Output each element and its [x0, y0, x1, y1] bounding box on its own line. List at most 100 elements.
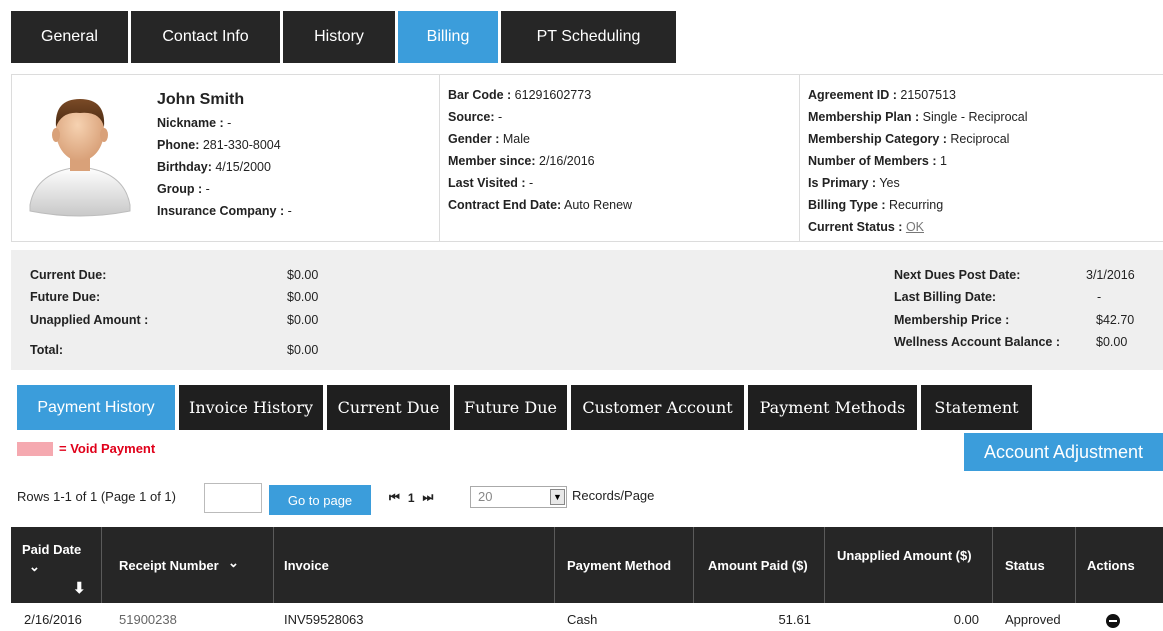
phone-value: 281-330-8004	[199, 138, 281, 152]
last-billing-date-label: Last Billing Date:	[894, 290, 997, 304]
barcode-value: 61291602773	[511, 88, 592, 102]
invoice-text: INV59528063	[284, 612, 364, 627]
tab-future-due[interactable]: Future Due	[454, 385, 567, 430]
plan-field: Membership Plan : Single - Reciprocal	[808, 110, 1028, 124]
unapplied-amount-text: 0.00	[953, 612, 979, 627]
rows-info: Rows 1-1 of 1 (Page 1 of 1)	[17, 489, 176, 504]
first-page-icon[interactable]: ⏮	[389, 490, 400, 505]
col-paid-date[interactable]: Paid Date ⌄ ⬇	[11, 527, 102, 603]
num-members-label: Number of Members :	[808, 154, 937, 168]
tab-billing[interactable]: Billing	[398, 11, 498, 63]
total-label: Total:	[30, 343, 64, 357]
contract-end-field: Contract End Date: Auto Renew	[448, 198, 632, 212]
receipt-number-link[interactable]: 51900238	[119, 612, 177, 627]
next-post-date-value: 3/1/2016	[1086, 268, 1135, 282]
cell-paid-date: 2/16/2016	[11, 612, 102, 631]
col-status: Status	[993, 527, 1076, 603]
member-info-panel: John Smith Nickname : - Phone: 281-330-8…	[11, 74, 1163, 242]
tab-payment-history[interactable]: Payment History	[17, 385, 175, 430]
col-receipt-number[interactable]: Receipt Number ⌄	[102, 527, 274, 603]
member-name: John Smith	[157, 91, 245, 108]
member-membership-info: Bar Code : 61291602773 Source: - Gender …	[439, 75, 799, 241]
avatar	[12, 75, 149, 241]
agreement-value: 21507513	[896, 88, 956, 102]
nickname-field: Nickname : -	[157, 116, 231, 130]
insurance-value: -	[284, 204, 292, 218]
tab-invoice-history[interactable]: Invoice History	[179, 385, 323, 430]
tab-current-due[interactable]: Current Due	[327, 385, 450, 430]
chevron-down-icon[interactable]: ⌄	[29, 559, 40, 575]
tab-contact-info[interactable]: Contact Info	[131, 11, 280, 63]
page-number-input[interactable]	[204, 483, 262, 513]
go-to-page-button[interactable]: Go to page	[269, 485, 371, 515]
gender-value: Male	[499, 132, 530, 146]
current-status-link[interactable]: OK	[906, 220, 924, 234]
unapplied-amount-value: $0.00	[287, 313, 319, 327]
billing-sub-tabs: Payment History Invoice History Current …	[17, 385, 1036, 430]
barcode-label: Bar Code :	[448, 88, 512, 102]
source-field: Source: -	[448, 110, 502, 124]
current-status-label: Current Status :	[808, 220, 903, 234]
remove-circle-icon[interactable]	[1106, 614, 1120, 628]
future-due-value: $0.00	[287, 290, 319, 304]
source-label: Source:	[448, 110, 495, 124]
status-text: Approved	[1005, 612, 1061, 627]
phone-label: Phone:	[157, 138, 200, 152]
tab-statement[interactable]: Statement	[921, 385, 1032, 430]
category-field: Membership Category : Reciprocal	[808, 132, 1009, 146]
paid-date-text: 2/16/2016	[24, 612, 82, 627]
tab-history[interactable]: History	[283, 11, 395, 63]
sort-down-arrow-icon[interactable]: ⬇	[73, 579, 86, 597]
tab-payment-methods[interactable]: Payment Methods	[748, 385, 917, 430]
member-since-field: Member since: 2/16/2016	[448, 154, 595, 168]
void-color-swatch	[17, 441, 53, 456]
tab-customer-account[interactable]: Customer Account	[571, 385, 744, 430]
cell-amount: 51.61	[694, 612, 825, 631]
tab-pt-scheduling[interactable]: PT Scheduling	[501, 11, 676, 63]
col-receipt-number-label: Receipt Number	[119, 558, 219, 573]
records-per-page-select[interactable]: 20 ▼	[470, 486, 567, 508]
tab-general[interactable]: General	[11, 11, 128, 63]
col-payment-method-label: Payment Method	[567, 558, 672, 573]
unapplied-amount-label: Unapplied Amount :	[30, 313, 149, 327]
is-primary-field: Is Primary : Yes	[808, 176, 900, 190]
dropdown-arrow-icon[interactable]: ▼	[550, 489, 565, 505]
void-legend-text: = Void Payment	[59, 441, 156, 456]
cell-unapplied: 0.00	[825, 612, 993, 631]
plan-label: Membership Plan :	[808, 110, 920, 124]
birthday-label: Birthday:	[157, 160, 212, 174]
chevron-down-icon[interactable]: ⌄	[228, 555, 239, 571]
cell-receipt: 51900238	[102, 612, 274, 631]
category-value: Reciprocal	[946, 132, 1010, 146]
payment-method-text: Cash	[567, 612, 598, 627]
plan-value: Single - Reciprocal	[919, 110, 1028, 124]
avatar-placeholder-icon	[29, 99, 131, 217]
birthday-field: Birthday: 4/15/2000	[157, 160, 271, 174]
source-value: -	[494, 110, 503, 124]
contract-end-value: Auto Renew	[561, 198, 633, 212]
last-page-icon[interactable]: ⏭	[423, 490, 434, 505]
top-tab-bar: General Contact Info History Billing PT …	[11, 11, 679, 63]
col-invoice: Invoice	[274, 527, 555, 603]
current-due-label: Current Due:	[30, 268, 107, 282]
future-due-label: Future Due:	[30, 290, 101, 304]
col-unapplied-amount: Unapplied Amount ($)	[825, 527, 993, 603]
group-value: -	[202, 182, 210, 196]
next-post-date-label: Next Dues Post Date:	[894, 268, 1021, 282]
void-payment-legend: = Void Payment	[17, 441, 155, 456]
phone-field: Phone: 281-330-8004	[157, 138, 281, 152]
last-billing-date-value: -	[1097, 290, 1102, 304]
col-amount-paid-label: Amount Paid ($)	[708, 558, 808, 573]
billing-type-value: Recurring	[885, 198, 944, 212]
agreement-label: Agreement ID :	[808, 88, 897, 102]
membership-price-label: Membership Price :	[894, 313, 1010, 327]
col-actions: Actions	[1076, 527, 1163, 603]
current-status-field: Current Status : OK	[808, 220, 924, 234]
account-adjustment-button[interactable]: Account Adjustment	[964, 433, 1163, 471]
col-paid-date-label: Paid Date	[22, 542, 82, 557]
agreement-field: Agreement ID : 21507513	[808, 88, 956, 102]
col-amount-paid: Amount Paid ($)	[694, 527, 825, 603]
current-page-number[interactable]: 1	[408, 491, 415, 505]
member-since-label: Member since:	[448, 154, 536, 168]
billing-type-label: Billing Type :	[808, 198, 886, 212]
